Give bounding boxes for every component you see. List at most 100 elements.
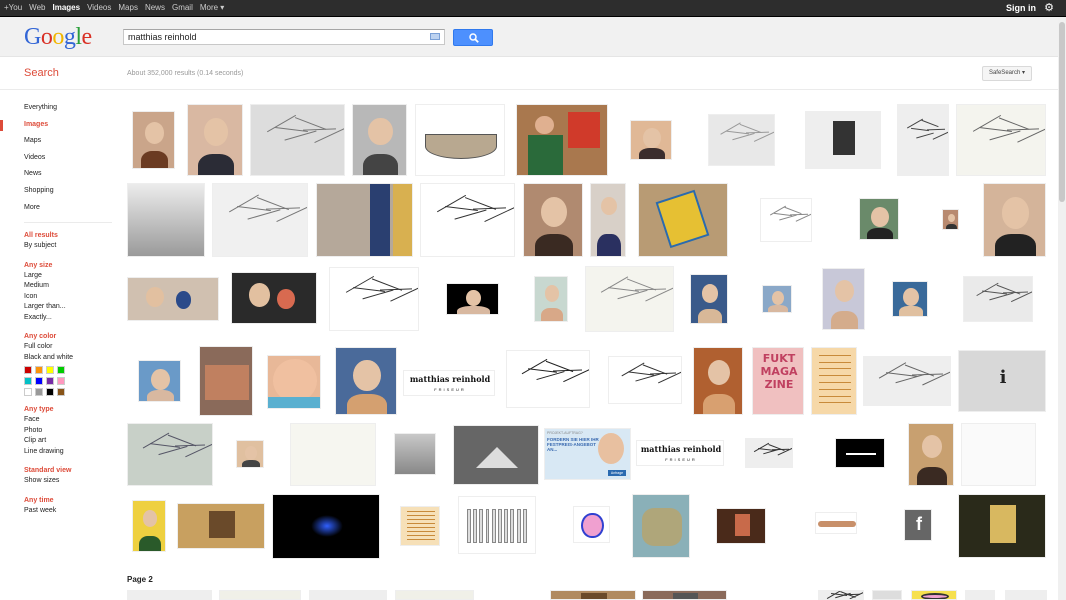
image-result-thumbnail[interactable] (199, 346, 253, 416)
image-result-thumbnail[interactable] (127, 590, 212, 600)
camera-search-icon[interactable] (430, 33, 440, 40)
filter-option[interactable]: Large (24, 271, 115, 282)
sidebar-item-shopping[interactable]: Shopping (0, 183, 115, 200)
color-swatch[interactable] (24, 366, 32, 375)
image-result-thumbnail[interactable] (762, 285, 792, 313)
image-result-thumbnail[interactable] (132, 500, 166, 552)
image-result-thumbnail[interactable] (760, 198, 812, 242)
image-result-thumbnail[interactable] (708, 114, 775, 166)
image-result-thumbnail[interactable]: FUKT MAGA ZINE (752, 347, 804, 415)
image-result-thumbnail[interactable] (127, 183, 205, 257)
image-result-thumbnail[interactable] (187, 104, 243, 176)
image-result-thumbnail[interactable]: PROJEKT-AUFTRAG? FORDERN SIE HIER IHR FES… (544, 428, 631, 480)
safesearch-dropdown[interactable]: SafeSearch ▾ (982, 66, 1032, 81)
image-result-thumbnail[interactable] (965, 590, 995, 600)
filter-option[interactable]: Icon (24, 292, 115, 303)
filter-option[interactable]: Medium (24, 281, 115, 292)
image-result-thumbnail[interactable] (523, 183, 583, 257)
image-result-thumbnail[interactable] (236, 440, 264, 468)
image-result-thumbnail[interactable] (573, 506, 610, 543)
color-swatch[interactable] (57, 388, 65, 397)
image-result-thumbnail[interactable] (897, 104, 949, 176)
top-nav-link[interactable]: Gmail (172, 3, 193, 12)
filter-option[interactable]: By subject (24, 241, 115, 252)
image-result-thumbnail[interactable] (693, 347, 743, 415)
image-result-thumbnail[interactable] (872, 590, 902, 600)
image-result-thumbnail[interactable] (638, 183, 728, 257)
image-result-thumbnail[interactable] (212, 183, 308, 257)
image-result-thumbnail[interactable] (506, 350, 590, 408)
color-swatch[interactable] (46, 388, 54, 397)
image-result-thumbnail[interactable] (516, 104, 608, 176)
top-nav-link[interactable]: +You (4, 3, 22, 12)
filter-group-title[interactable]: Any color (24, 332, 115, 342)
filter-group-title[interactable]: Standard view (24, 466, 115, 476)
image-result-thumbnail[interactable] (453, 425, 539, 485)
image-result-thumbnail[interactable] (911, 590, 957, 600)
image-result-thumbnail[interactable] (219, 590, 301, 600)
image-result-thumbnail[interactable] (859, 198, 899, 240)
image-result-thumbnail[interactable] (632, 494, 690, 558)
search-button[interactable] (453, 29, 493, 46)
image-result-thumbnail[interactable] (458, 496, 536, 554)
image-result-thumbnail[interactable] (942, 209, 959, 230)
image-result-thumbnail[interactable] (420, 183, 515, 257)
sidebar-item-news[interactable]: News (0, 166, 115, 183)
image-result-thumbnail[interactable] (250, 104, 345, 176)
image-result-thumbnail[interactable] (395, 590, 474, 600)
sidebar-item-videos[interactable]: Videos (0, 150, 115, 167)
color-swatch[interactable] (24, 388, 32, 397)
color-swatch[interactable] (35, 366, 43, 375)
image-result-thumbnail[interactable] (329, 267, 419, 331)
image-result-thumbnail[interactable] (835, 438, 885, 468)
image-result-thumbnail[interactable] (127, 277, 219, 321)
image-result-thumbnail[interactable] (608, 356, 682, 404)
filter-option[interactable]: Past week (24, 506, 115, 517)
image-result-thumbnail[interactable]: i (958, 350, 1046, 412)
top-nav-link[interactable]: Web (29, 3, 45, 12)
image-result-thumbnail[interactable] (822, 268, 865, 330)
image-result-thumbnail[interactable] (690, 274, 728, 324)
image-result-thumbnail[interactable] (231, 272, 317, 324)
image-result-thumbnail[interactable] (352, 104, 407, 176)
top-nav-link[interactable]: News (145, 3, 165, 12)
image-result-thumbnail[interactable] (642, 590, 727, 600)
image-result-thumbnail[interactable] (400, 506, 440, 546)
image-result-thumbnail[interactable] (316, 183, 413, 257)
image-result-thumbnail[interactable] (132, 111, 175, 169)
image-result-thumbnail[interactable] (630, 120, 672, 160)
color-swatch[interactable] (24, 377, 32, 386)
image-result-thumbnail[interactable] (585, 266, 674, 332)
top-nav-link[interactable]: Images (52, 3, 80, 12)
sidebar-item-everything[interactable]: Everything (0, 100, 115, 117)
filter-group-title[interactable]: Any size (24, 261, 115, 271)
color-swatch[interactable] (46, 366, 54, 375)
google-logo[interactable]: Google (24, 24, 92, 50)
image-result-thumbnail[interactable] (956, 104, 1046, 176)
filter-option[interactable]: Line drawing (24, 447, 115, 458)
color-swatch[interactable] (57, 366, 65, 375)
color-swatch[interactable] (35, 377, 43, 386)
color-swatch[interactable] (57, 377, 65, 386)
filter-group-title[interactable]: All results (24, 231, 115, 241)
color-swatch[interactable] (35, 388, 43, 397)
top-nav-link[interactable]: Maps (118, 3, 138, 12)
image-result-thumbnail[interactable] (815, 512, 857, 534)
image-result-thumbnail[interactable] (805, 111, 881, 169)
image-result-thumbnail[interactable] (811, 347, 857, 415)
image-result-thumbnail[interactable] (550, 590, 636, 600)
gear-icon[interactable]: ⚙ (1044, 2, 1054, 14)
sidebar-item-maps[interactable]: Maps (0, 133, 115, 150)
top-nav-link[interactable]: More ▾ (200, 3, 224, 12)
sign-in-link[interactable]: Sign in (1006, 3, 1036, 13)
vertical-scrollbar[interactable] (1058, 17, 1066, 600)
image-result-thumbnail[interactable] (590, 183, 626, 257)
image-result-thumbnail[interactable] (394, 433, 436, 475)
image-result-thumbnail[interactable] (983, 183, 1046, 257)
filter-option[interactable]: Black and white (24, 353, 115, 364)
image-result-thumbnail[interactable] (534, 276, 568, 322)
image-result-thumbnail[interactable] (961, 423, 1036, 486)
color-swatch[interactable] (46, 377, 54, 386)
image-result-thumbnail[interactable] (415, 104, 505, 176)
image-result-thumbnail[interactable] (958, 494, 1046, 558)
